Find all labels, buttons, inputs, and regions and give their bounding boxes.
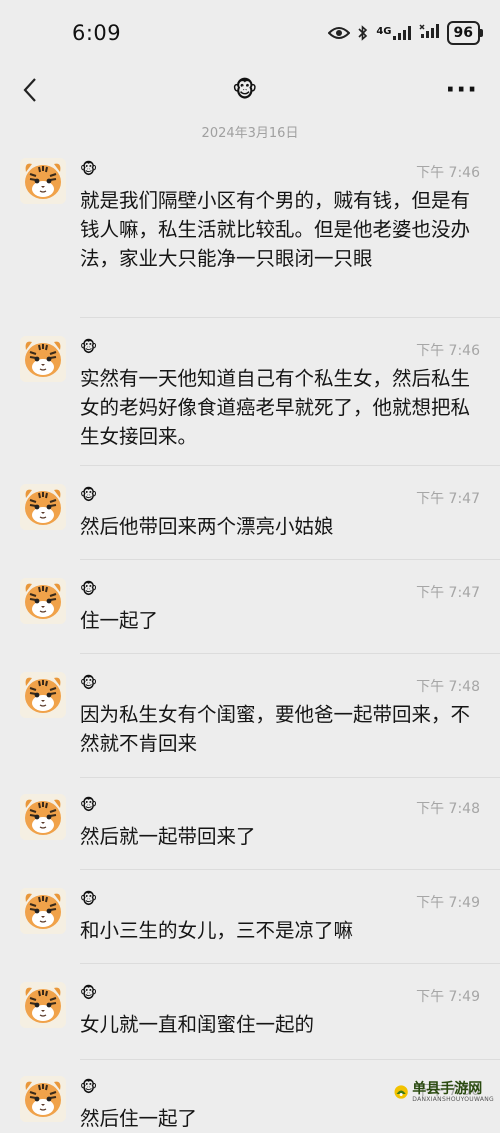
sender-name: 🐵 [80, 984, 98, 1002]
separator [80, 869, 500, 870]
tiger-avatar[interactable] [20, 794, 66, 840]
separator [80, 559, 500, 560]
message-time: 下午 7:47 [416, 585, 480, 601]
date-divider: 2024年3月16日 [201, 126, 299, 141]
more-icon[interactable]: ··· [445, 77, 478, 103]
separator [80, 1059, 500, 1060]
sender-name: 🐵 [80, 486, 98, 504]
message-text: 和小三生的女儿，三不是凉了嘛 [80, 919, 354, 942]
tiger-avatar[interactable] [20, 888, 66, 934]
chat-title: 🐵 [231, 77, 258, 103]
message-item[interactable]: 🐵 下午 7:49 女儿就一直和闺蜜住一起的 [0, 974, 500, 1060]
message-text: 住一起了 [80, 609, 159, 632]
message-text: 然后他带回来两个漂亮小姑娘 [80, 515, 334, 538]
separator [80, 653, 500, 654]
back-icon[interactable] [16, 76, 44, 104]
message-item[interactable]: 🐵 下午 7:47 住一起了 [0, 570, 500, 654]
sender-name: 🐵 [80, 796, 98, 814]
message-time: 下午 7:46 [416, 165, 480, 181]
message-time: 下午 7:48 [416, 679, 480, 695]
message-item[interactable]: 🐵 下午 7:46 就是我们隔壁小区有个男的，贼有钱，但是有钱人嘛，私生活就比较… [0, 150, 500, 318]
watermark-logo-icon [394, 1085, 408, 1099]
sender-name: 🐵 [80, 674, 98, 692]
message-item[interactable]: 🐵 下午 7:49 和小三生的女儿，三不是凉了嘛 [0, 880, 500, 964]
tiger-avatar[interactable] [20, 672, 66, 718]
tiger-avatar[interactable] [20, 158, 66, 204]
signal-icon-2 [418, 24, 439, 42]
watermark-text-block: 单县手游网 DANXIANSHOUYOUWANG [412, 1082, 494, 1103]
watermark-subtitle: DANXIANSHOUYOUWANG [412, 1095, 494, 1103]
site-watermark: 单县手游网 DANXIANSHOUYOUWANG [394, 1075, 494, 1109]
status-time: 6:09 [72, 21, 122, 45]
chat-header: 🐵 ··· [0, 66, 500, 114]
separator [80, 777, 500, 778]
message-item[interactable]: 🐵 下午 7:46 实然有一天他知道自己有个私生女，然后私生女的老妈好像食道癌老… [0, 328, 500, 466]
separator [80, 317, 500, 318]
sender-name: 🐵 [80, 1078, 98, 1096]
message-time: 下午 7:49 [416, 989, 480, 1005]
message-text: 女儿就一直和闺蜜住一起的 [80, 1013, 315, 1036]
sender-name: 🐵 [80, 890, 98, 908]
message-text: 就是我们隔壁小区有个男的，贼有钱，但是有钱人嘛，私生活就比较乱。但是他老婆也没办… [80, 189, 471, 270]
bluetooth-icon [358, 25, 368, 41]
watermark-title: 单县手游网 [412, 1080, 483, 1097]
network-type: 4G [376, 26, 392, 37]
sender-name: 🐵 [80, 338, 98, 356]
message-text: 实然有一天他知道自己有个私生女，然后私生女的老妈好像食道癌老早就死了，他就想把私… [80, 367, 471, 448]
message-text: 然后就一起带回来了 [80, 825, 256, 848]
tiger-avatar[interactable] [20, 578, 66, 624]
tiger-avatar[interactable] [20, 1076, 66, 1122]
sender-name: 🐵 [80, 580, 98, 598]
message-time: 下午 7:47 [416, 491, 480, 507]
message-time: 下午 7:46 [416, 343, 480, 359]
status-icons: 4G 96 [328, 21, 484, 45]
sender-name: 🐵 [80, 160, 98, 178]
separator [80, 465, 500, 466]
message-time: 下午 7:49 [416, 895, 480, 911]
tiger-avatar[interactable] [20, 982, 66, 1028]
signal-icon: 4G [376, 26, 411, 40]
separator [80, 963, 500, 964]
eye-icon [328, 27, 351, 39]
status-bar: 6:09 4G 96 [0, 0, 500, 66]
message-item[interactable]: 🐵 下午 7:48 因为私生女有个闺蜜，要他爸一起带回来，不然就不肯回来 [0, 664, 500, 778]
message-item[interactable]: 🐵 下午 7:48 然后就一起带回来了 [0, 786, 500, 870]
message-time: 下午 7:48 [416, 801, 480, 817]
tiger-avatar[interactable] [20, 484, 66, 530]
message-text: 因为私生女有个闺蜜，要他爸一起带回来，不然就不肯回来 [80, 703, 471, 755]
message-item[interactable]: 🐵 下午 7:47 然后他带回来两个漂亮小姑娘 [0, 476, 500, 560]
battery-indicator: 96 [446, 21, 484, 45]
tiger-avatar[interactable] [20, 336, 66, 382]
